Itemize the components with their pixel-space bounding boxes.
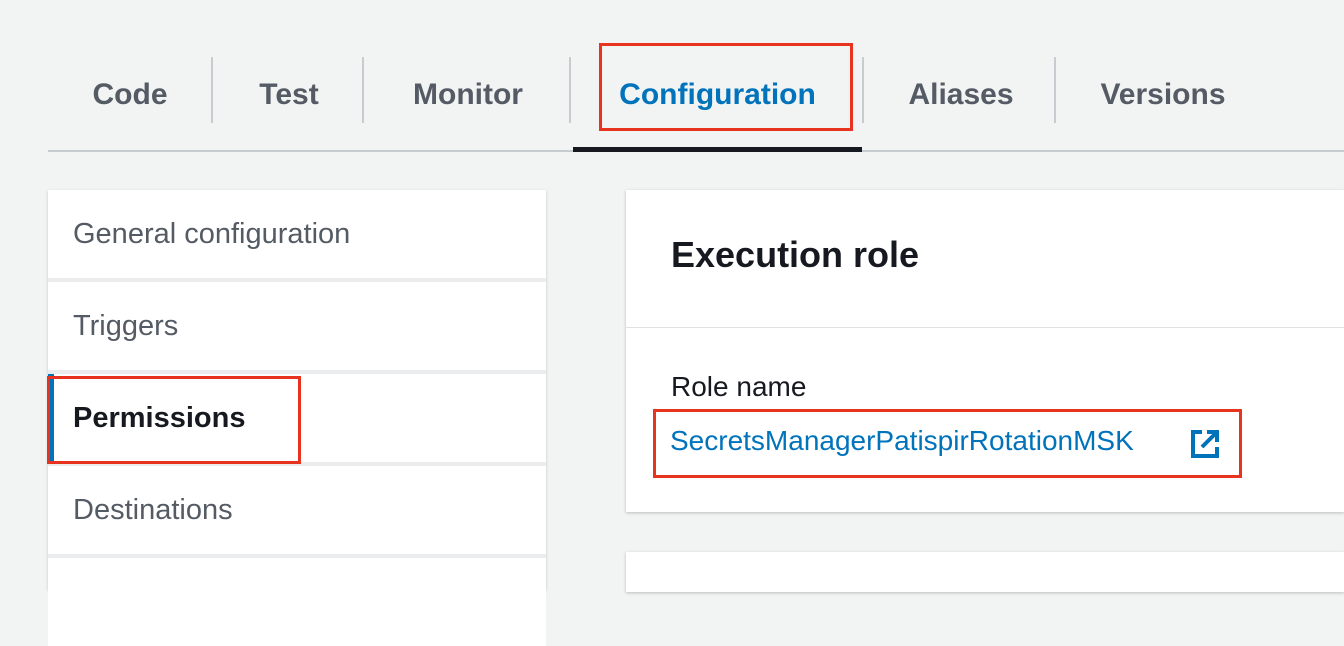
tab-divider: [362, 57, 364, 123]
tab-test[interactable]: Test: [234, 40, 344, 150]
tab-divider: [862, 57, 864, 123]
sidebar-item-next[interactable]: [48, 558, 546, 646]
configuration-sidebar: General configuration Triggers Permissio…: [48, 190, 546, 646]
tab-divider: [1054, 57, 1056, 123]
execution-role-panel: Execution role Role name SecretsManagerP…: [626, 190, 1344, 512]
tab-code[interactable]: Code: [74, 40, 186, 150]
tab-divider: [211, 57, 213, 123]
sidebar-item-general-configuration[interactable]: General configuration: [48, 190, 546, 278]
role-name-label: Role name: [671, 371, 807, 402]
sidebar-item-destinations[interactable]: Destinations: [48, 466, 546, 554]
panel-title: Execution role: [671, 234, 920, 275]
tab-versions[interactable]: Versions: [1088, 40, 1238, 150]
sidebar-item-label: Destinations: [73, 493, 233, 526]
tab-monitor[interactable]: Monitor: [388, 40, 548, 150]
sidebar-item-label: General configuration: [73, 217, 351, 250]
tab-aliases[interactable]: Aliases: [891, 40, 1031, 150]
external-link-icon[interactable]: [1189, 428, 1221, 460]
role-name-link[interactable]: SecretsManagerPatispirRotationMSK: [670, 425, 1134, 457]
sidebar-item-triggers[interactable]: Triggers: [48, 282, 546, 370]
tab-bar: Code Test Monitor Configuration Aliases …: [48, 40, 1344, 152]
sidebar-item-permissions[interactable]: Permissions: [48, 374, 546, 462]
tab-divider: [569, 57, 571, 123]
next-panel: [626, 552, 1344, 592]
tab-configuration[interactable]: Configuration: [573, 40, 862, 152]
sidebar-item-label: Triggers: [73, 309, 179, 342]
panel-header: Execution role: [626, 190, 1344, 328]
sidebar-item-label: Permissions: [73, 401, 246, 434]
